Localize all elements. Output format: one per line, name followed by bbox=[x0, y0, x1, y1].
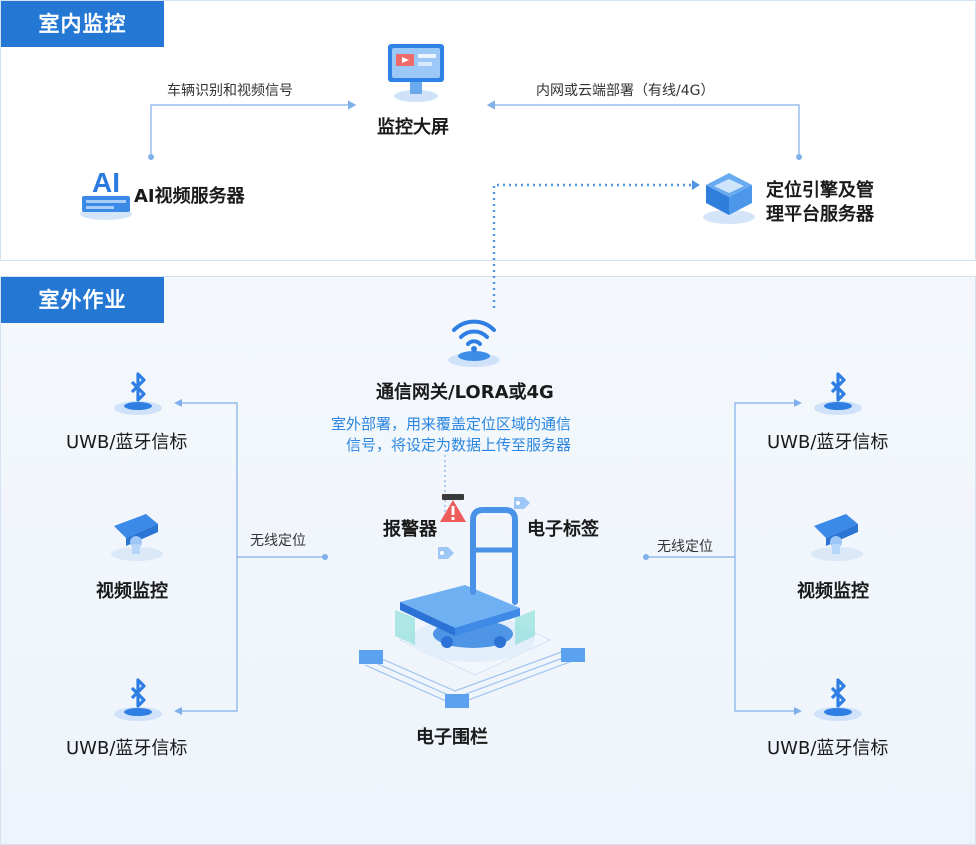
ai-icon-text: AI bbox=[92, 167, 120, 198]
server-stack-icon bbox=[703, 173, 755, 224]
screen-label: 监控大屏 bbox=[377, 117, 449, 138]
left-beacon-top-label: UWB/蓝牙信标 bbox=[66, 432, 188, 453]
bluetooth-icon bbox=[114, 678, 162, 721]
edge-gateway-to-server bbox=[492, 180, 700, 308]
tag-label: 电子标签 bbox=[527, 519, 599, 540]
camera-icon bbox=[111, 514, 163, 561]
gateway-label: 通信网关/LORA或4G bbox=[376, 382, 554, 403]
left-wireless-label: 无线定位 bbox=[250, 533, 306, 549]
positioning-server-label-1: 定位引擎及管 bbox=[766, 180, 874, 201]
camera-icon bbox=[811, 514, 863, 561]
alarm-label: 报警器 bbox=[383, 519, 437, 540]
gateway-desc-1: 室外部署，用来覆盖定位区域的通信 bbox=[331, 415, 572, 433]
edge-right-label: 内网或云端部署（有线/4G） bbox=[536, 83, 715, 99]
edge-left-bracket bbox=[174, 399, 328, 715]
wifi-gateway-icon bbox=[448, 319, 500, 367]
ai-server-label: AI视频服务器 bbox=[134, 186, 245, 207]
right-beacon-top-label: UWB/蓝牙信标 bbox=[767, 432, 889, 453]
left-beacon-bottom-label: UWB/蓝牙信标 bbox=[66, 738, 188, 759]
right-video-label: 视频监控 bbox=[797, 581, 869, 602]
bluetooth-icon bbox=[814, 372, 862, 415]
right-wireless-label: 无线定位 bbox=[657, 539, 713, 555]
monitor-screen-icon bbox=[388, 44, 444, 102]
alarm-icon bbox=[440, 494, 466, 522]
right-beacon-bottom-label: UWB/蓝牙信标 bbox=[767, 738, 889, 759]
edge-left-label: 车辆识别和视频信号 bbox=[167, 83, 293, 99]
bluetooth-icon bbox=[114, 372, 162, 415]
left-video-label: 视频监控 bbox=[96, 581, 168, 602]
ai-server-icon: AI bbox=[80, 167, 132, 220]
edge-ai-to-screen bbox=[148, 100, 357, 160]
bluetooth-icon bbox=[814, 678, 862, 721]
tag-icon bbox=[438, 547, 454, 559]
edge-server-to-screen bbox=[486, 100, 802, 160]
fence-label: 电子围栏 bbox=[416, 727, 488, 748]
tag-icon bbox=[514, 497, 530, 509]
positioning-server-label-2: 理平台服务器 bbox=[766, 204, 874, 225]
gateway-desc-2: 信号，将设定为数据上传至服务器 bbox=[346, 436, 572, 454]
